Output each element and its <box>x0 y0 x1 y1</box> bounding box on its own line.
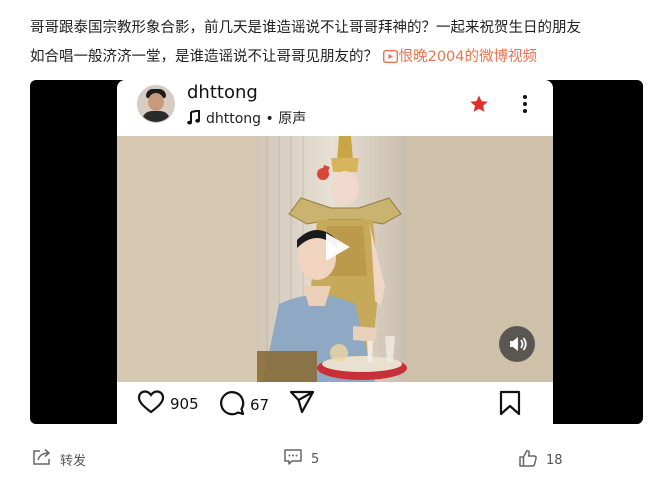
post-text-line2: 如合唱一般济济一堂，是谁造谣说不让哥哥见朋友的？ 恨晚2004的微博视频 <box>30 43 650 74</box>
heart-icon <box>137 390 170 418</box>
comment-icon <box>219 390 250 420</box>
video-icon <box>382 45 398 74</box>
repost-button[interactable]: 转发 <box>32 448 86 470</box>
comment-count: 5 <box>311 451 320 467</box>
like-count: 18 <box>546 452 563 468</box>
like-action[interactable]: 905 <box>137 390 199 418</box>
music-note-icon <box>187 109 200 129</box>
more-icon[interactable] <box>522 94 528 118</box>
post-text-line1: 哥哥跟泰国宗教形象合影，前几天是谁造谣说不让哥哥拜神的？一起来祝贺生日的朋友 <box>30 20 581 36</box>
video-card[interactable]: dhttong dhttong • 原声 905 67 <box>30 80 643 424</box>
video-frame[interactable] <box>117 136 553 382</box>
repost-label: 转发 <box>60 453 87 469</box>
play-icon[interactable] <box>318 229 354 265</box>
post-text-line2-body: 如合唱一般济济一堂，是谁造谣说不让哥哥见朋友的？ <box>30 49 378 65</box>
repost-icon <box>32 448 60 470</box>
comment-action[interactable]: 67 <box>219 390 269 420</box>
bookmark-icon <box>499 390 526 420</box>
video-source-label: 恨晚2004的微博视频 <box>398 49 538 65</box>
comment-footer-icon <box>283 448 311 470</box>
comment-button[interactable]: 5 <box>283 448 319 470</box>
embedded-post: dhttong dhttong • 原声 905 67 <box>117 80 553 424</box>
embed-header: dhttong dhttong • 原声 <box>117 80 553 136</box>
embed-actions: 905 67 <box>117 382 553 424</box>
likes-count: 905 <box>170 395 199 413</box>
audio-label: 原声 <box>278 111 307 127</box>
share-icon <box>289 390 320 418</box>
audio-line[interactable]: dhttong • 原声 <box>187 108 306 129</box>
sound-icon[interactable] <box>499 326 535 362</box>
like-icon <box>518 448 546 472</box>
audio-user: dhttong <box>206 111 262 127</box>
post-footer: 转发 5 18 <box>0 440 660 476</box>
save-action[interactable] <box>499 390 526 420</box>
avatar[interactable] <box>137 85 175 123</box>
share-action[interactable] <box>289 390 320 418</box>
username[interactable]: dhttong <box>187 82 258 103</box>
post-text: 哥哥跟泰国宗教形象合影，前几天是谁造谣说不让哥哥拜神的？一起来祝贺生日的朋友 如… <box>30 14 650 74</box>
audio-separator: • <box>261 111 279 127</box>
video-source-link[interactable]: 恨晚2004的微博视频 <box>382 49 538 65</box>
like-button[interactable]: 18 <box>518 448 563 472</box>
star-icon[interactable] <box>469 94 489 118</box>
comments-count: 67 <box>250 396 270 414</box>
